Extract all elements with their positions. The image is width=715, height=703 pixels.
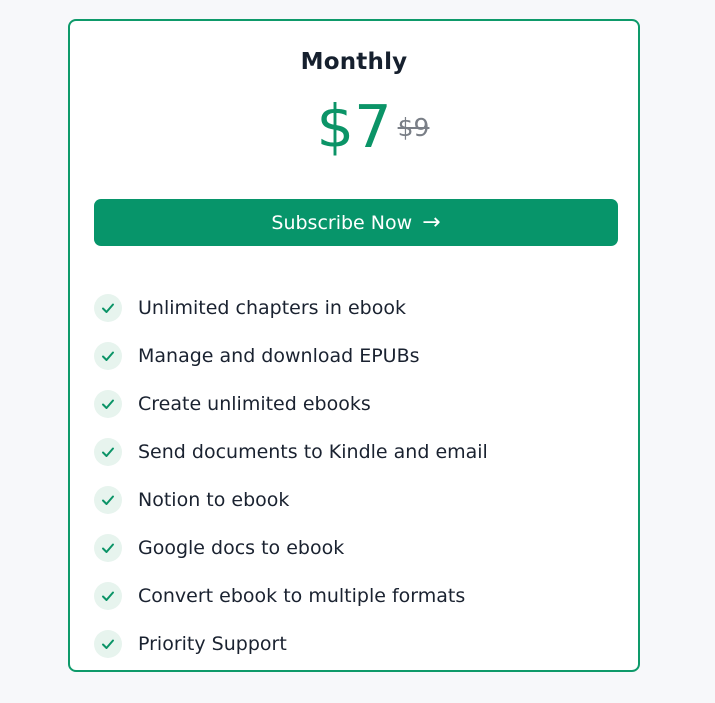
feature-label: Google docs to ebook	[138, 537, 345, 559]
current-price: $7	[316, 92, 392, 161]
feature-label: Create unlimited ebooks	[138, 393, 371, 415]
check-icon	[94, 486, 122, 514]
feature-item: Convert ebook to multiple formats	[94, 572, 488, 620]
feature-label: Manage and download EPUBs	[138, 345, 420, 367]
check-icon	[94, 582, 122, 610]
feature-label: Convert ebook to multiple formats	[138, 585, 466, 607]
feature-item: Send documents to Kindle and email	[94, 428, 488, 476]
price-row: $7 $9	[70, 97, 638, 156]
feature-label: Send documents to Kindle and email	[138, 441, 488, 463]
check-icon	[94, 438, 122, 466]
feature-item: Priority Support	[94, 620, 488, 668]
feature-item: Unlimited chapters in ebook	[94, 284, 488, 332]
feature-label: Priority Support	[138, 633, 287, 655]
check-icon	[94, 294, 122, 322]
feature-item: Google docs to ebook	[94, 524, 488, 572]
check-icon	[94, 390, 122, 418]
arrow-right-icon: →	[422, 210, 441, 235]
feature-list: Unlimited chapters in ebook Manage and d…	[94, 284, 488, 668]
feature-item: Create unlimited ebooks	[94, 380, 488, 428]
pricing-card: Monthly $7 $9 Subscribe Now → Unlimited …	[68, 19, 640, 672]
check-icon	[94, 534, 122, 562]
subscribe-button-label: Subscribe Now	[271, 211, 413, 234]
plan-title: Monthly	[300, 49, 408, 75]
check-icon	[94, 342, 122, 370]
feature-item: Manage and download EPUBs	[94, 332, 488, 380]
original-price: $9	[397, 113, 430, 142]
subscribe-now-button[interactable]: Subscribe Now →	[94, 199, 618, 246]
feature-label: Unlimited chapters in ebook	[138, 297, 406, 319]
feature-label: Notion to ebook	[138, 489, 290, 511]
feature-item: Notion to ebook	[94, 476, 488, 524]
check-icon	[94, 630, 122, 658]
